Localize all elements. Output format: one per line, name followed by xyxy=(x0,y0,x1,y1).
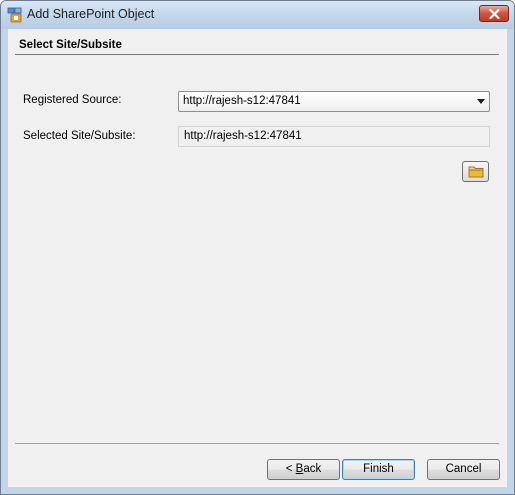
browse-site-button[interactable] xyxy=(462,161,489,182)
selected-site-field: http://rajesh-s12:47841 xyxy=(178,126,490,147)
cancel-button[interactable]: Cancel xyxy=(427,459,500,480)
registered-source-dropdown[interactable]: http://rajesh-s12:47841 xyxy=(178,91,490,112)
close-icon xyxy=(489,9,500,19)
header-divider xyxy=(15,54,499,55)
dialog-client-area: Select Site/Subsite Registered Source: h… xyxy=(8,29,507,487)
title-bar[interactable]: Add SharePoint Object xyxy=(1,1,514,29)
window-title: Add SharePoint Object xyxy=(27,7,155,21)
folder-icon xyxy=(468,166,484,178)
selected-site-label: Selected Site/Subsite: xyxy=(23,130,136,142)
chevron-down-icon xyxy=(477,99,485,104)
page-title: Select Site/Subsite xyxy=(19,39,122,51)
finish-button[interactable]: Finish xyxy=(342,459,415,480)
footer-divider xyxy=(15,443,499,444)
close-button[interactable] xyxy=(479,5,509,22)
back-button[interactable]: < Back xyxy=(267,459,340,480)
sharepoint-app-icon xyxy=(7,7,23,23)
back-button-prefix: < xyxy=(285,463,296,475)
dialog-window: Add SharePoint Object Select Site/Subsit… xyxy=(0,0,515,495)
registered-source-value: http://rajesh-s12:47841 xyxy=(183,95,301,107)
selected-site-value: http://rajesh-s12:47841 xyxy=(184,130,302,142)
registered-source-label: Registered Source: xyxy=(23,94,122,106)
back-button-label: ack xyxy=(303,463,322,475)
